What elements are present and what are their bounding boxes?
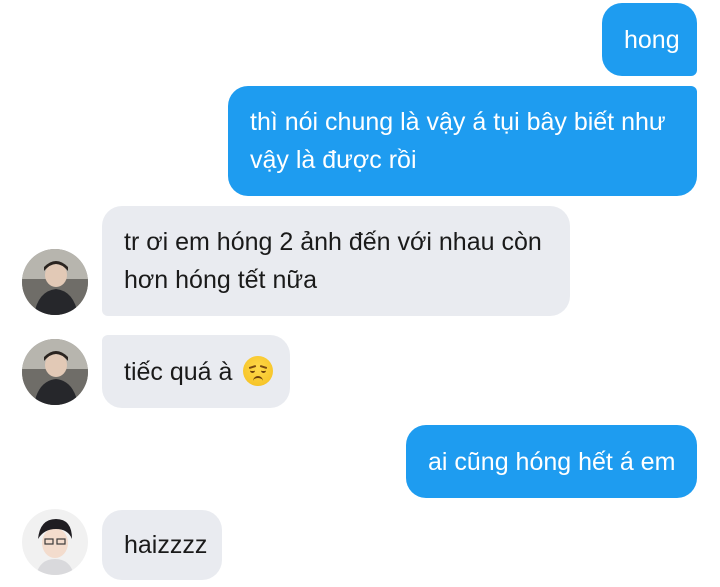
disappointed-face-emoji-icon [243,355,274,386]
avatar-photo-icon [22,339,88,405]
message-text: haizzzz [124,531,208,559]
message-text: hong [624,25,680,54]
emoji-eye [250,368,256,373]
message-text-row: tiếc quá à [124,353,274,391]
message-bubble-outgoing[interactable]: ai cũng hóng hết á em [406,425,697,498]
message-text-line-2: hơn hóng tết nữa [124,266,317,294]
message-text-line-2: vậy là được rồi [250,146,417,174]
contact-avatar[interactable] [22,509,88,575]
message-bubble-incoming[interactable]: haizzzz [102,510,222,580]
avatar-photo-icon [22,509,88,575]
message-text: tiếc quá à [124,357,233,386]
emoji-mouth [253,375,264,383]
message-text-line-1: thì nói chung là vậy á tụi bây biết như [250,108,666,136]
avatar-photo-icon [22,249,88,315]
contact-avatar[interactable] [22,249,88,315]
message-bubble-incoming[interactable]: tiếc quá à [102,335,290,408]
message-text: ai cũng hóng hết á em [428,447,676,476]
message-bubble-incoming[interactable]: tr ơi em hóng 2 ảnh đến với nhau còn hơn… [102,206,570,316]
message-bubble-outgoing[interactable]: hong [602,3,697,76]
message-bubble-outgoing[interactable]: thì nói chung là vậy á tụi bây biết như … [228,86,697,196]
emoji-eye [261,368,267,373]
message-text-line-1: tr ơi em hóng 2 ảnh đến với nhau còn [124,228,542,256]
contact-avatar[interactable] [22,339,88,405]
